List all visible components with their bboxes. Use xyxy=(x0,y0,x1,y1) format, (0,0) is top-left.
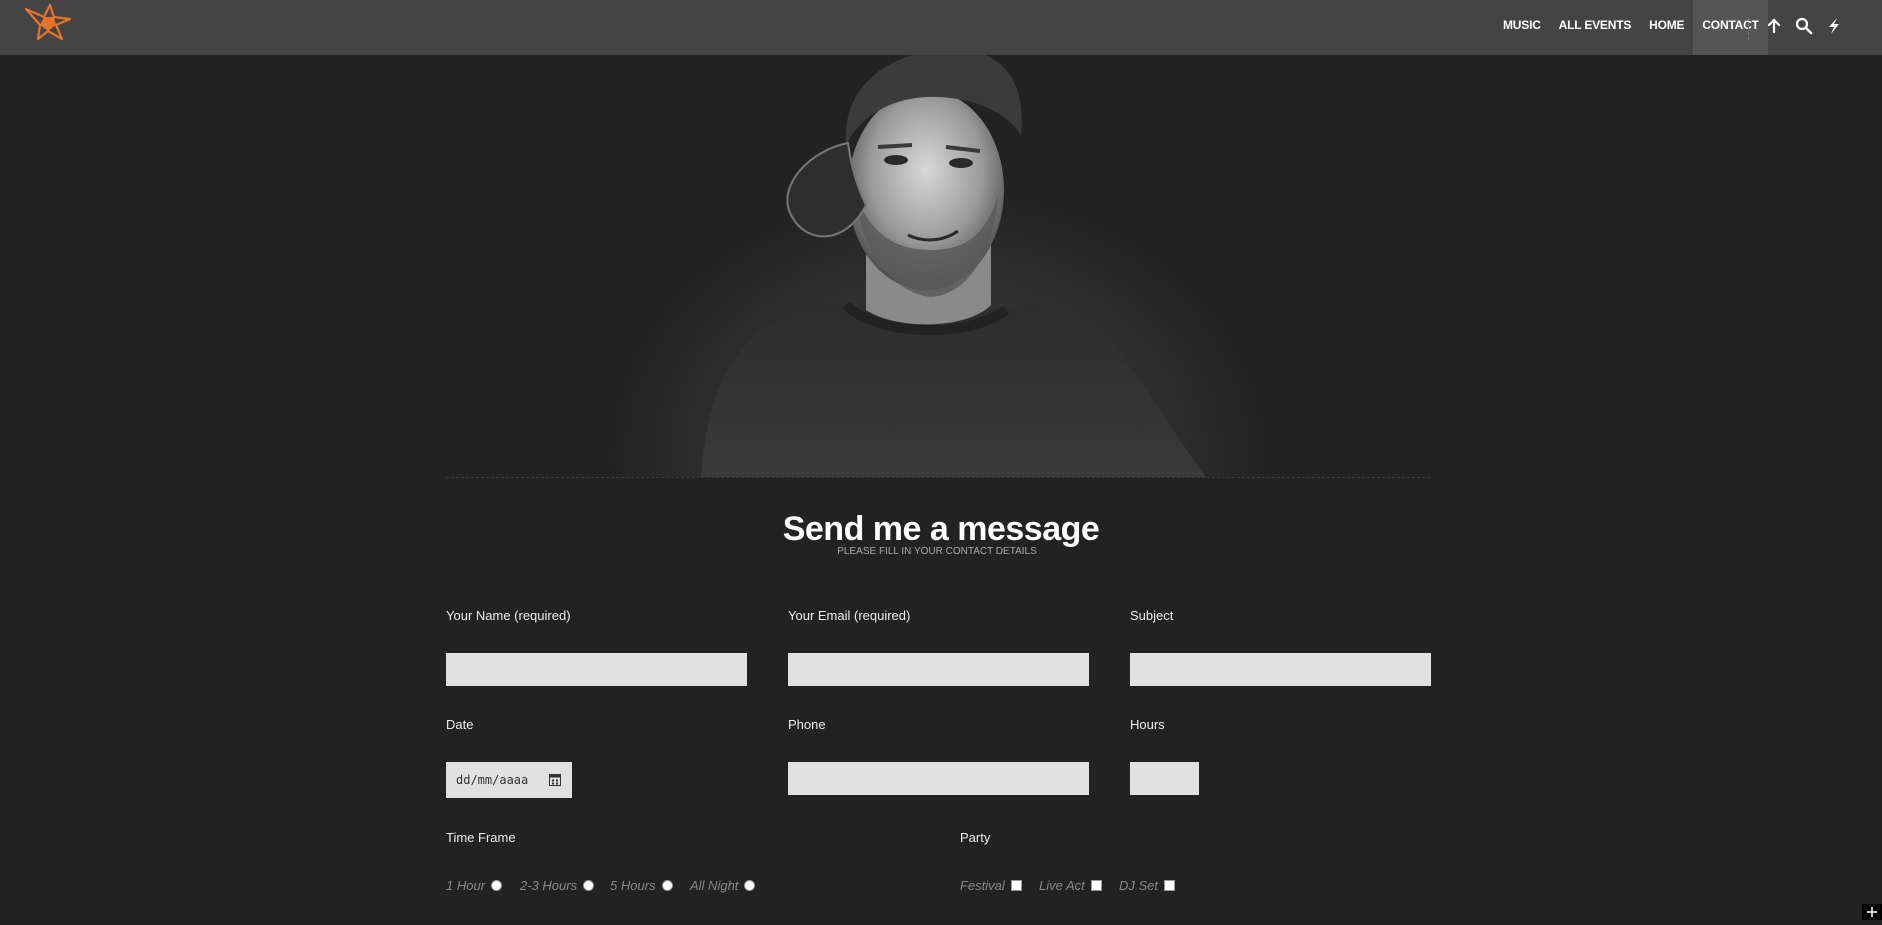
date-label: Date xyxy=(446,717,474,732)
party-label: Party xyxy=(960,830,991,845)
party-option-live-act: Live Act xyxy=(1039,878,1102,893)
party-option-dj-set: DJ Set xyxy=(1119,878,1176,893)
arrow-up-icon[interactable] xyxy=(1764,16,1784,36)
checkbox-live-act[interactable] xyxy=(1090,880,1102,891)
calendar-icon[interactable] xyxy=(549,773,561,786)
option-label: Live Act xyxy=(1039,878,1085,893)
checkbox-festival[interactable] xyxy=(1010,880,1022,891)
nav-item-home[interactable]: HOME xyxy=(1640,0,1693,55)
radio-5-hours[interactable] xyxy=(661,880,673,891)
timeframe-option-2-3-hours: 2-3 Hours xyxy=(520,878,595,893)
section-divider xyxy=(446,477,1430,478)
top-navbar: MUSIC ALL EVENTS HOME CONTACT xyxy=(0,0,1882,55)
nav-item-all-events[interactable]: ALL EVENTS xyxy=(1550,0,1640,55)
email-label: Your Email (required) xyxy=(788,608,911,623)
main-nav: MUSIC ALL EVENTS HOME CONTACT xyxy=(1494,0,1768,55)
email-input[interactable] xyxy=(788,653,1089,686)
date-placeholder: dd/mm/aaaa xyxy=(456,773,529,787)
nav-divider xyxy=(1748,18,1750,40)
lightning-icon[interactable] xyxy=(1824,16,1844,36)
checkbox-dj-set[interactable] xyxy=(1164,880,1176,891)
option-label: 5 Hours xyxy=(610,878,656,893)
nav-item-music[interactable]: MUSIC xyxy=(1494,0,1550,55)
option-label: 1 Hour xyxy=(446,878,486,893)
radio-1-hour[interactable] xyxy=(491,880,503,891)
name-input[interactable] xyxy=(446,653,747,686)
page-subtitle: PLEASE FILL IN YOUR CONTACT DETAILS xyxy=(837,546,1037,557)
fox-logo-icon[interactable] xyxy=(24,3,72,41)
page-title: Send me a message xyxy=(782,510,1100,548)
resize-corner[interactable] xyxy=(1862,904,1882,920)
hours-input[interactable] xyxy=(1130,762,1199,795)
timeframe-label: Time Frame xyxy=(446,830,516,845)
plus-icon xyxy=(1867,907,1877,917)
timeframe-option-1-hour: 1 Hour xyxy=(446,878,503,893)
date-input[interactable]: dd/mm/aaaa xyxy=(446,762,572,798)
timeframe-option-all-night: All Night xyxy=(690,878,756,893)
radio-2-3-hours[interactable] xyxy=(583,880,595,891)
party-option-festival: Festival xyxy=(960,878,1022,893)
nav-item-contact[interactable]: CONTACT xyxy=(1693,0,1768,55)
option-label: 2-3 Hours xyxy=(520,878,578,893)
subject-label: Subject xyxy=(1130,608,1174,623)
name-label: Your Name (required) xyxy=(446,608,571,623)
radio-all-night[interactable] xyxy=(744,880,756,891)
search-icon[interactable] xyxy=(1794,16,1814,36)
phone-input[interactable] xyxy=(788,762,1089,795)
hero-portrait xyxy=(446,55,1430,477)
option-label: DJ Set xyxy=(1119,878,1159,893)
option-label: Festival xyxy=(960,878,1005,893)
option-label: All Night xyxy=(690,878,739,893)
hours-label: Hours xyxy=(1130,717,1165,732)
person-portrait-image xyxy=(701,55,1206,477)
timeframe-option-5-hours: 5 Hours xyxy=(610,878,673,893)
phone-label: Phone xyxy=(788,717,826,732)
subject-input[interactable] xyxy=(1130,653,1431,686)
